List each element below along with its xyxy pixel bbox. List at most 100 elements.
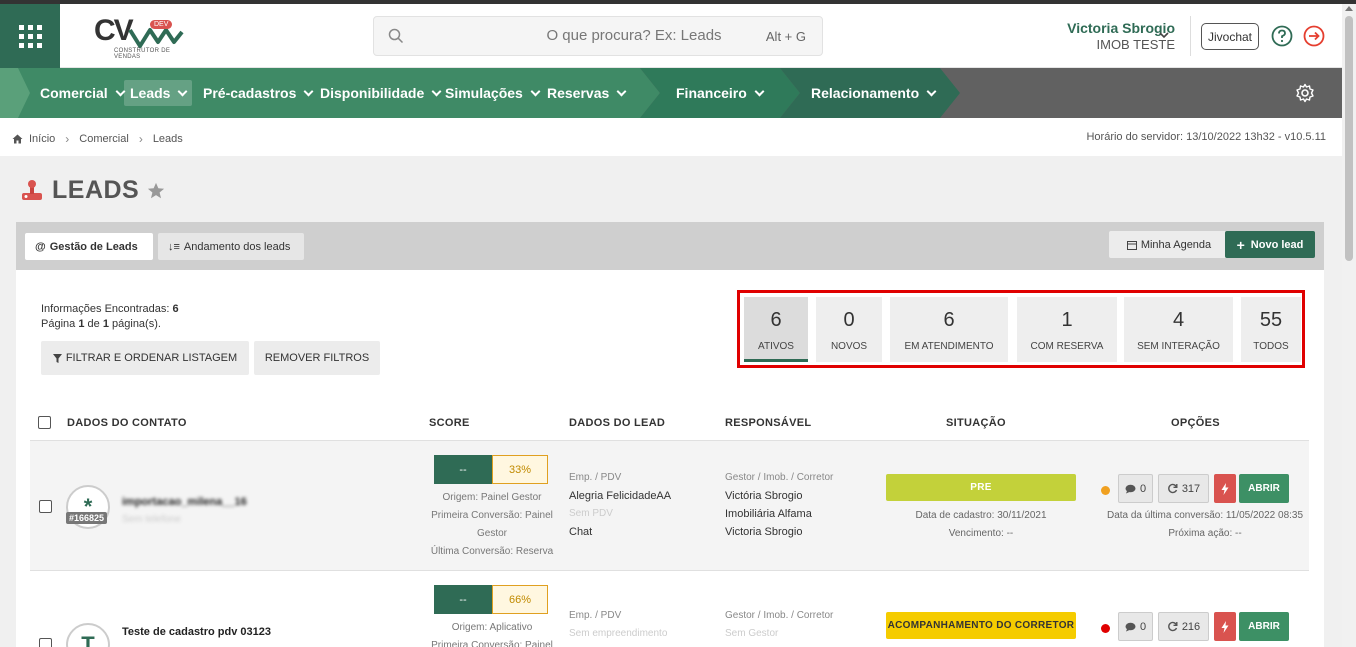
chevron-down-icon[interactable] xyxy=(1158,30,1170,40)
filter-label: FILTRAR E ORDENAR LISTAGEM xyxy=(65,352,238,364)
table-row[interactable]: T Teste de cadastro pdv 03123 -- 66% Ori… xyxy=(30,570,1309,647)
scroll-thumb[interactable] xyxy=(1345,16,1353,261)
logout-icon[interactable] xyxy=(1303,25,1325,47)
info-found-value: 6 xyxy=(172,303,179,315)
open-lead-button[interactable]: ABRIR xyxy=(1239,612,1289,641)
resp-label: Gestor / Imob. / Corretor xyxy=(725,472,834,483)
nav-relacionamento[interactable]: Relacionamento xyxy=(811,80,937,106)
tab-gestao-de-leads[interactable]: @ Gestão de Leads xyxy=(25,233,153,260)
lead-origin: Origem: Painel Gestor xyxy=(442,492,542,503)
page-scrollbar[interactable] xyxy=(1342,4,1356,647)
stat-com-reserva[interactable]: 1 COM RESERVA xyxy=(1017,297,1117,362)
stat-label: COM RESERVA xyxy=(1030,341,1104,352)
page-title: LEADS xyxy=(20,176,165,205)
row-checkbox[interactable] xyxy=(39,500,52,513)
nav-reservas[interactable]: Reservas xyxy=(547,80,627,106)
row-checkbox[interactable] xyxy=(39,638,52,647)
star-icon[interactable] xyxy=(147,182,165,200)
stat-novos[interactable]: 0 NOVOS xyxy=(816,297,882,362)
stat-todos[interactable]: 55 TODOS xyxy=(1241,297,1301,362)
resp-corretor: Victoria Sbrogio xyxy=(725,526,803,538)
sort-icon: ↓≡ xyxy=(168,240,180,253)
interactions-button[interactable]: 317 xyxy=(1158,474,1209,503)
select-all-checkbox[interactable] xyxy=(38,416,51,429)
chevron-down-icon xyxy=(754,86,765,96)
due-date: Vencimento: -- xyxy=(948,528,1014,539)
emp-value: Sem empreendimento xyxy=(569,628,668,639)
breadcrumb-bar: Início › Comercial › Leads Horário do se… xyxy=(0,118,1342,156)
filter-button[interactable]: FILTRAR E ORDENAR LISTAGEM xyxy=(41,341,249,375)
page-suffix: página(s). xyxy=(112,318,161,330)
search-input[interactable] xyxy=(484,27,784,44)
stat-sem-interacao[interactable]: 4 SEM INTERAÇÃO xyxy=(1124,297,1233,362)
novo-lead-button[interactable]: + Novo lead xyxy=(1225,231,1315,258)
stat-label: TODOS xyxy=(1253,341,1289,352)
search-box[interactable]: Alt + G xyxy=(373,16,823,56)
th-score: SCORE xyxy=(429,417,470,429)
tab-andamento-dos-leads[interactable]: ↓≡ Andamento dos leads xyxy=(158,233,304,260)
contact-name[interactable]: Teste de cadastro pdv 03123 xyxy=(122,626,271,638)
filter-icon xyxy=(52,353,62,363)
page-total: 1 xyxy=(102,318,109,330)
chevron-down-icon xyxy=(926,86,937,96)
novo-lead-label: Novo lead xyxy=(1250,238,1304,251)
lead-data: Emp. / PDV Sem empreendimento xyxy=(569,607,667,643)
jivochat-button[interactable]: Jivochat xyxy=(1201,23,1259,50)
leads-card: @ Gestão de Leads ↓≡ Andamento dos leads… xyxy=(16,222,1324,647)
breadcrumb-comercial[interactable]: Comercial xyxy=(79,133,129,145)
gear-icon[interactable] xyxy=(1295,83,1315,103)
status-badge[interactable]: ACOMPANHAMENTO DO CORRETOR xyxy=(886,612,1076,639)
user-name: Victoria Sbrogio xyxy=(1067,20,1175,36)
lead-id-badge: #166825 xyxy=(66,512,108,524)
created-date: Data de cadastro: 30/11/2021 xyxy=(915,510,1047,521)
comments-button[interactable]: 0 xyxy=(1118,474,1153,503)
nav-financeiro[interactable]: Financeiro xyxy=(676,80,765,106)
next-action: Próxima ação: -- xyxy=(1168,528,1242,539)
status-badge[interactable]: PRE xyxy=(886,474,1076,501)
th-options: OPÇÕES xyxy=(1171,417,1220,429)
contact-name[interactable]: importacao_milena__16 xyxy=(122,496,247,508)
stat-em-atendimento[interactable]: 6 EM ATENDIMENTO xyxy=(890,297,1008,362)
apps-grid-icon xyxy=(18,24,42,48)
comments-count: 0 xyxy=(1139,482,1147,495)
nav-disponibilidade[interactable]: Disponibilidade xyxy=(320,80,442,106)
score-percent: 33% xyxy=(492,455,548,484)
nav-pre-cadastros[interactable]: Pré-cadastros xyxy=(203,80,314,106)
chevron-right-icon: › xyxy=(138,132,143,146)
lead-first-conversion: Primeira Conversão: Painel Gestor xyxy=(431,510,553,539)
remove-filters-button[interactable]: REMOVER FILTROS xyxy=(254,341,380,375)
breadcrumb-home[interactable]: Início xyxy=(29,133,55,145)
comment-icon xyxy=(1125,484,1136,493)
stat-ativos[interactable]: 6 ATIVOS xyxy=(744,297,808,362)
apps-menu-button[interactable] xyxy=(0,4,60,68)
th-lead: DADOS DO LEAD xyxy=(569,417,666,429)
home-icon xyxy=(12,134,23,144)
comments-button[interactable]: 0 xyxy=(1118,612,1153,641)
user-menu[interactable]: Victoria Sbrogio IMOB TESTE xyxy=(1030,20,1175,52)
quick-action-button[interactable] xyxy=(1214,612,1236,641)
table-header: DADOS DO CONTATO SCORE DADOS DO LEAD RES… xyxy=(16,408,1324,438)
open-lead-button[interactable]: ABRIR xyxy=(1239,474,1289,503)
nav-leads[interactable]: Leads xyxy=(124,80,193,106)
lightning-icon xyxy=(1221,620,1229,633)
results-info: Informações Encontradas: 6 Página 1 de 1… xyxy=(41,302,179,332)
logo[interactable]: CV DEV CONSTRUTOR DE VENDAS xyxy=(94,16,194,60)
score-meta: Origem: Aplicativo Primeira Conversão: P… xyxy=(422,619,562,647)
search-shortcut: Alt + G xyxy=(765,29,806,44)
minha-agenda-button[interactable]: Minha Agenda xyxy=(1109,231,1229,258)
calendar-icon xyxy=(1126,240,1137,250)
quick-action-button[interactable] xyxy=(1214,474,1236,503)
emp-label: Emp. / PDV xyxy=(569,472,622,483)
stat-value: 1 xyxy=(1061,309,1073,331)
table-row[interactable]: * #166825 importacao_milena__16 Sem tele… xyxy=(30,440,1309,570)
interactions-button[interactable]: 216 xyxy=(1158,612,1209,641)
nav-comercial[interactable]: Comercial xyxy=(40,80,126,106)
help-icon[interactable] xyxy=(1271,25,1293,47)
nav-simulacoes[interactable]: Simulações xyxy=(445,80,541,106)
status-dot xyxy=(1101,624,1110,633)
chevron-down-icon xyxy=(303,86,314,96)
interactions-count: 216 xyxy=(1181,620,1201,633)
lead-data: Emp. / PDV Alegria FelicidadeAA Sem PDV … xyxy=(569,469,671,541)
scroll-up-icon[interactable] xyxy=(1345,6,1353,11)
lead-last-conversion: Última Conversão: Reserva xyxy=(430,546,554,557)
